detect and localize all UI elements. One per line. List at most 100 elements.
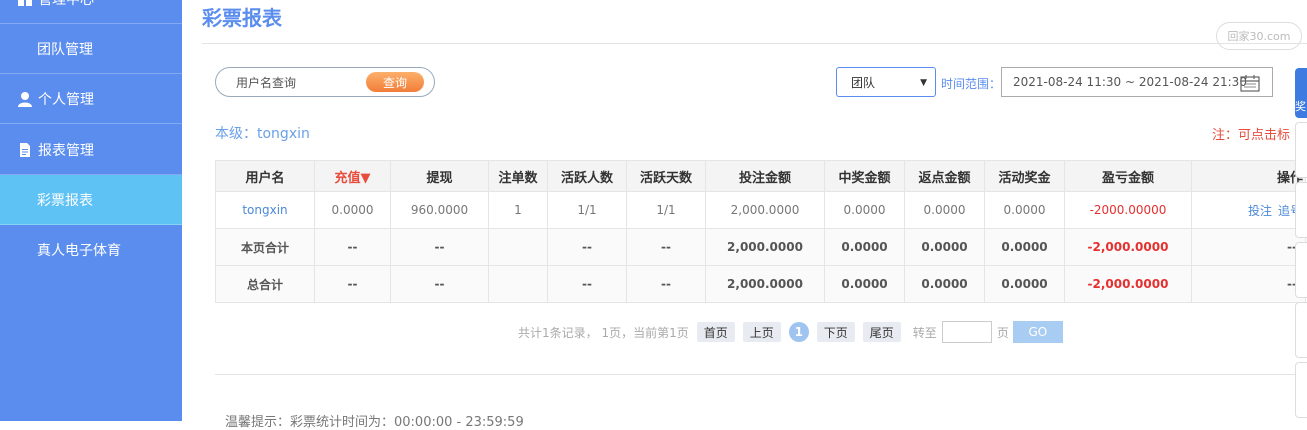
col-header-profit-loss: 盈亏金额 xyxy=(1064,160,1192,192)
main-content: 彩票报表 回家30.com 用户名查询 查询 团队 ▼ 时间范围： 2021-0… xyxy=(182,0,1307,430)
cell-actions: -- xyxy=(1191,265,1306,303)
divider xyxy=(202,43,1307,44)
cell-deposit: -- xyxy=(314,265,391,303)
floating-side-tab[interactable] xyxy=(1295,302,1307,358)
chevron-down-icon: ▼ xyxy=(920,78,927,88)
cell-bet-amount: 2,000.0000 xyxy=(705,191,825,229)
cell-win-amount: 0.0000 xyxy=(824,191,905,229)
col-header-username: 用户名 xyxy=(215,160,315,192)
floating-side-tab[interactable] xyxy=(1295,122,1307,178)
watermark-logo: 回家30.com xyxy=(1216,22,1302,50)
goto-page-input[interactable] xyxy=(941,321,992,343)
cell-withdraw: 960.0000 xyxy=(390,191,489,229)
goto-label: 转至 xyxy=(912,325,937,340)
col-header-deposit-sort[interactable]: 充值▼ xyxy=(314,160,391,192)
cell-withdraw: -- xyxy=(390,228,489,266)
sidebar-item-label: 彩票报表 xyxy=(37,192,93,209)
search-button[interactable]: 查询 xyxy=(366,72,424,92)
col-header-active-users: 活跃人数 xyxy=(547,160,627,192)
cell-bet-amount: 2,000.0000 xyxy=(705,228,825,266)
scope-select[interactable]: 团队 ▼ xyxy=(836,67,936,97)
search-input[interactable]: 用户名查询 xyxy=(236,74,366,91)
prev-page-button[interactable]: 上页 xyxy=(742,322,781,342)
sidebar-item-label: 报表管理 xyxy=(38,142,94,159)
page-unit-label: 页 xyxy=(996,325,1009,340)
cell-label: 总合计 xyxy=(215,265,315,303)
cell-deposit: 0.0000 xyxy=(314,191,391,229)
sidebar-item-label: 团队管理 xyxy=(37,41,93,58)
floating-side-tab[interactable] xyxy=(1295,362,1307,418)
time-range-value: 2021-08-24 11:30 ~ 2021-08-24 21:30 xyxy=(1013,75,1247,89)
calendar-icon[interactable] xyxy=(1240,74,1260,95)
document-icon xyxy=(17,142,33,158)
floating-side-tab[interactable] xyxy=(1295,182,1307,238)
current-page-indicator[interactable]: 1 xyxy=(788,322,809,342)
cell-deposit: -- xyxy=(314,228,391,266)
cell-username[interactable]: tongxin xyxy=(215,191,315,229)
col-header-activity-bonus: 活动奖金 xyxy=(984,160,1065,192)
sidebar-item-report-management[interactable]: 报表管理 xyxy=(0,125,182,175)
scope-select-value: 团队 xyxy=(851,75,876,90)
cell-active-days: -- xyxy=(626,228,706,266)
cell-activity-bonus: 0.0000 xyxy=(984,191,1065,229)
col-header-orders: 注单数 xyxy=(488,160,548,192)
grid-icon xyxy=(17,0,33,7)
sidebar-item-management-center[interactable]: 管理中心 xyxy=(0,0,182,24)
sidebar-item-label: 个人管理 xyxy=(38,91,94,108)
pagination-summary: 共计1条记录， 1页，当前第1页 xyxy=(518,325,689,340)
search-box: 用户名查询 查询 xyxy=(215,67,435,97)
sidebar-item-team-management[interactable]: 团队管理 xyxy=(0,24,182,74)
last-page-button[interactable]: 尾页 xyxy=(862,322,901,342)
time-range-input[interactable]: 2021-08-24 11:30 ~ 2021-08-24 21:30 xyxy=(1001,67,1273,97)
cell-actions: -- xyxy=(1191,228,1306,266)
pagination: 共计1条记录， 1页，当前第1页 首页 上页 1 下页 尾页 转至 页 GO xyxy=(518,321,1063,343)
first-page-button[interactable]: 首页 xyxy=(696,322,735,342)
table-row: tongxin 0.0000 960.0000 1 1/1 1/1 2,000.… xyxy=(215,191,1306,229)
cell-activity-bonus: 0.0000 xyxy=(984,265,1065,303)
cell-active-users: 1/1 xyxy=(547,191,627,229)
sidebar: 管理中心 团队管理 个人管理 报表管理 彩票报表 真人电子体育 xyxy=(0,0,182,421)
floating-side-widget[interactable]: 奖 xyxy=(1295,68,1307,118)
col-header-bet-amount: 投注金额 xyxy=(705,160,825,192)
cell-profit-loss: -2000.00000 xyxy=(1064,191,1192,229)
time-range-label: 时间范围： xyxy=(941,77,1002,91)
cell-profit-loss: -2,000.0000 xyxy=(1064,228,1192,266)
page-title: 彩票报表 xyxy=(202,6,282,30)
page-total-row: 本页合计 -- -- -- -- 2,000.0000 0.0000 0.000… xyxy=(215,228,1306,266)
cell-orders xyxy=(488,228,548,266)
floating-side-tab[interactable] xyxy=(1295,242,1307,298)
col-header-win-amount: 中奖金额 xyxy=(824,160,905,192)
cell-win-amount: 0.0000 xyxy=(824,265,905,303)
cell-rebate-amount: 0.0000 xyxy=(904,265,985,303)
col-header-actions: 操作 xyxy=(1191,160,1306,192)
divider xyxy=(215,374,1307,375)
cell-active-days: 1/1 xyxy=(626,191,706,229)
table-header-row: 用户名 充值▼ 提现 注单数 活跃人数 活跃天数 投注金额 中奖金额 返点金额 … xyxy=(215,160,1306,192)
col-header-active-days: 活跃天数 xyxy=(626,160,706,192)
sidebar-item-personal-management[interactable]: 个人管理 xyxy=(0,74,182,124)
col-header-withdraw: 提现 xyxy=(390,160,489,192)
cell-active-users: -- xyxy=(547,228,627,266)
cell-active-users: -- xyxy=(547,265,627,303)
cell-profit-loss: -2,000.0000 xyxy=(1064,265,1192,303)
cell-actions: 投注 追号 xyxy=(1191,191,1306,229)
cell-bet-amount: 2,000.0000 xyxy=(705,265,825,303)
side-widget-label: 奖 xyxy=(1295,100,1306,113)
note-text: 注：可点击标 xyxy=(1212,128,1291,143)
cell-active-days: -- xyxy=(626,265,706,303)
bet-record-link[interactable]: 投注 xyxy=(1248,204,1272,218)
cell-orders: 1 xyxy=(488,191,548,229)
sidebar-item-live-electronic-sports[interactable]: 真人电子体育 xyxy=(0,225,182,275)
next-page-button[interactable]: 下页 xyxy=(816,322,855,342)
current-level: 本级：tongxin xyxy=(215,126,310,142)
sidebar-item-label: 管理中心 xyxy=(38,0,94,9)
cell-rebate-amount: 0.0000 xyxy=(904,228,985,266)
cell-orders xyxy=(488,265,548,303)
col-header-rebate-amount: 返点金额 xyxy=(904,160,985,192)
user-icon xyxy=(17,91,33,107)
sidebar-item-lottery-report[interactable]: 彩票报表 xyxy=(0,175,182,225)
go-button[interactable]: GO xyxy=(1012,321,1063,343)
sidebar-item-label: 真人电子体育 xyxy=(37,243,121,259)
cell-rebate-amount: 0.0000 xyxy=(904,191,985,229)
cell-withdraw: -- xyxy=(390,265,489,303)
